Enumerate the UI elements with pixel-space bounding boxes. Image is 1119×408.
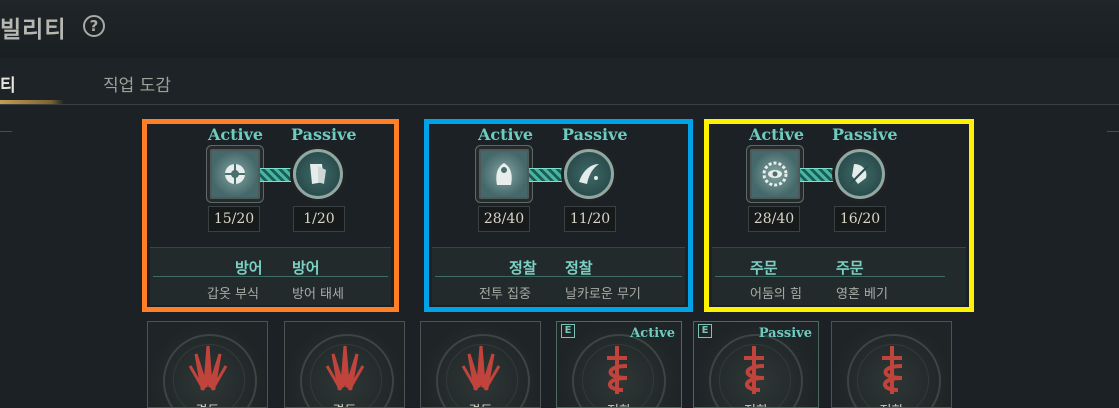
link-chain — [529, 168, 565, 182]
skill-group-recon[interactable]: Active Passive 28/40 11/20 정찰 정찰 전투 집중 날… — [424, 119, 693, 312]
card-label: 저항 — [694, 400, 818, 407]
card-label: 격투 — [148, 400, 267, 407]
active-category: 주문 — [750, 259, 778, 277]
serpent-dagger-icon — [744, 346, 765, 394]
passive-skill-icon[interactable] — [835, 149, 885, 199]
trident-icon — [461, 345, 501, 391]
passive-skill-icon[interactable] — [293, 149, 343, 199]
skill-group-defense[interactable]: Active Passive 15/20 1/20 방어 방어 갑옷 부식 방어… — [142, 119, 399, 312]
card-label: 격투 — [421, 400, 540, 407]
active-skill-icon[interactable] — [750, 149, 800, 199]
active-count: 28/40 — [478, 206, 530, 232]
passive-skill-name: 영혼 베기 — [836, 287, 888, 302]
card-label: 저항 — [557, 400, 681, 407]
passive-label: Passive — [291, 125, 357, 144]
active-skill-icon[interactable] — [479, 149, 529, 199]
card-tag: Passive — [758, 326, 812, 341]
passive-label: Passive — [832, 125, 898, 144]
divider — [153, 276, 388, 277]
active-count: 28/40 — [748, 206, 800, 232]
equipped-badge: E — [698, 324, 712, 338]
card-tag: Active — [630, 326, 675, 341]
passive-category: 주문 — [836, 259, 864, 277]
tab-class-codex[interactable]: 직업 도감 — [103, 71, 171, 96]
passive-category: 방어 — [292, 259, 320, 277]
header-bar: 빌리티 ? — [0, 0, 1119, 59]
ability-card[interactable]: 격투 — [147, 321, 268, 408]
passive-skill-icon[interactable] — [564, 149, 614, 199]
tab-bar: 티 직업 도감 — [0, 58, 1119, 105]
category-panel: 정찰 정찰 전투 집중 날카로운 무기 — [432, 247, 685, 305]
passive-skill-name: 날카로운 무기 — [565, 287, 641, 302]
divider — [715, 276, 945, 277]
active-skill-icon[interactable] — [210, 149, 260, 199]
ability-card[interactable]: E Active 저항 — [556, 321, 682, 408]
category-panel: 주문 주문 어둠의 힘 영혼 베기 — [712, 247, 966, 305]
help-icon[interactable]: ? — [83, 15, 105, 37]
active-count: 15/20 — [208, 206, 260, 232]
passive-count: 1/20 — [293, 206, 345, 232]
active-tab-indicator — [0, 100, 64, 104]
ability-card[interactable]: 격투 — [284, 321, 405, 408]
passive-label: Passive — [562, 125, 628, 144]
divider — [0, 131, 12, 132]
ability-card[interactable]: 저항 — [831, 321, 952, 408]
active-category: 정찰 — [509, 259, 537, 277]
category-panel: 방어 방어 갑옷 부식 방어 태세 — [150, 247, 391, 305]
active-skill-name: 전투 집중 — [479, 287, 531, 302]
divider — [1107, 131, 1119, 132]
trident-icon — [188, 345, 228, 391]
active-skill-name: 갑옷 부식 — [207, 287, 259, 302]
link-chain — [800, 168, 836, 182]
link-chain — [260, 168, 294, 182]
tab-ability[interactable]: 티 — [0, 71, 16, 96]
active-label: Active — [478, 125, 534, 144]
card-label: 저항 — [832, 400, 951, 407]
passive-count: 16/20 — [834, 206, 886, 232]
passive-skill-name: 방어 태세 — [292, 287, 344, 302]
active-skill-name: 어둠의 힘 — [750, 287, 802, 302]
skill-group-spell[interactable]: Active Passive 28/40 16/20 주문 주문 어둠의 힘 영… — [704, 119, 974, 312]
active-label: Active — [208, 125, 264, 144]
serpent-dagger-icon — [882, 346, 903, 394]
ability-card[interactable]: E Passive 저항 — [693, 321, 819, 408]
equipped-badge: E — [561, 324, 575, 338]
passive-count: 11/20 — [564, 206, 616, 232]
active-category: 방어 — [235, 259, 263, 277]
ability-card[interactable]: 격투 — [420, 321, 541, 408]
card-label: 격투 — [285, 400, 404, 407]
page-title: 빌리티 — [0, 17, 67, 43]
active-label: Active — [749, 125, 805, 144]
passive-category: 정찰 — [565, 259, 593, 277]
serpent-dagger-icon — [607, 346, 628, 394]
divider — [435, 276, 682, 277]
trident-icon — [325, 345, 365, 391]
